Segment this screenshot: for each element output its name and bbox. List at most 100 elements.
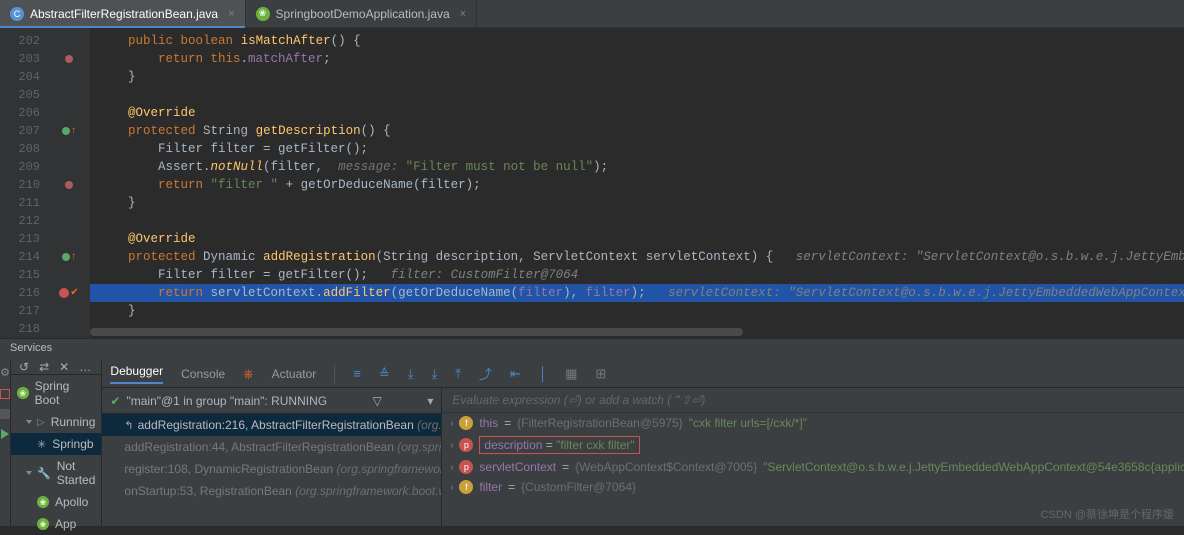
- marker-gutter: ↑ ↑ ✔: [48, 28, 90, 338]
- frames-pane: ✔ "main"@1 in group "main": RUNNING ▽ ▾ …: [102, 388, 442, 526]
- stack-frame[interactable]: addRegistration:44, AbstractFilterRegist…: [102, 436, 441, 458]
- tree-label: Springb: [52, 437, 93, 451]
- horizontal-scrollbar[interactable]: [90, 328, 1178, 338]
- variable-row[interactable]: ›fthis = {FilterRegistrationBean@5975} "…: [442, 413, 1184, 433]
- thread-label[interactable]: "main"@1 in group "main": RUNNING: [126, 394, 327, 408]
- implements-up-icon[interactable]: ↑: [71, 248, 76, 266]
- debug-tab-console[interactable]: Console: [181, 367, 225, 381]
- variable-row[interactable]: ›pdescription = "filter cxk filter": [442, 433, 1184, 457]
- tree-label: Not Started: [57, 459, 96, 487]
- run-icon[interactable]: [1, 429, 9, 439]
- execution-point-icon[interactable]: ✔: [70, 284, 78, 302]
- step-action-icon[interactable]: ⤓: [408, 366, 414, 382]
- services-panel-title: Services: [0, 338, 1184, 360]
- frame-label: addRegistration:216, AbstractFilterRegis…: [138, 418, 418, 432]
- editor-tabs: CAbstractFilterRegistrationBean.java×❀Sp…: [0, 0, 1184, 28]
- code-line[interactable]: [90, 86, 1184, 104]
- code-line[interactable]: return servletContext.addFilter(getOrDed…: [90, 284, 1184, 302]
- return-marker-icon[interactable]: [65, 55, 73, 63]
- code-line[interactable]: protected String getDescription() {: [90, 122, 1184, 140]
- expand-arrow-icon[interactable]: ›: [450, 418, 453, 428]
- svc-toolbar-button[interactable]: ✕: [59, 360, 69, 374]
- frame-package: (org.springframework.boot.web: [295, 484, 441, 498]
- step-action-icon[interactable]: ⤴: [479, 364, 492, 383]
- frame-label: addRegistration:44, AbstractFilterRegist…: [124, 440, 397, 454]
- evaluate-input[interactable]: Evaluate expression (⏎) or add a watch (…: [442, 388, 1184, 413]
- var-ref: {WebAppContext$Context@7005}: [575, 460, 757, 474]
- step-action-icon[interactable]: │: [539, 366, 547, 381]
- expand-arrow-icon[interactable]: ›: [450, 440, 453, 450]
- expand-arrow-icon[interactable]: ›: [450, 462, 453, 472]
- stack-frame[interactable]: onStartup:53, RegistrationBean (org.spri…: [102, 480, 441, 502]
- code-line[interactable]: Filter filter = getFilter();: [90, 140, 1184, 158]
- variable-row[interactable]: ›pservletContext = {WebAppContext$Contex…: [442, 457, 1184, 477]
- step-action-icon[interactable]: ≡: [353, 366, 361, 381]
- tree-node[interactable]: ✳Springb: [11, 433, 101, 455]
- tree-node[interactable]: ▷Running: [11, 411, 101, 433]
- settings-icon[interactable]: ⚙: [0, 366, 10, 379]
- svc-toolbar-button[interactable]: …: [79, 360, 91, 374]
- stack-frame[interactable]: register:108, DynamicRegistrationBean (o…: [102, 458, 441, 480]
- tree-node[interactable]: 🔧Not Started: [11, 455, 101, 491]
- var-eq: =: [562, 460, 569, 474]
- step-action-icon[interactable]: ⤓: [432, 366, 438, 382]
- code-line[interactable]: }: [90, 302, 1184, 320]
- code-line[interactable]: @Override: [90, 230, 1184, 248]
- frame-list[interactable]: ↰addRegistration:216, AbstractFilterRegi…: [102, 414, 441, 526]
- code-line[interactable]: }: [90, 68, 1184, 86]
- code-line[interactable]: return this.matchAfter;: [90, 50, 1184, 68]
- tool-icon[interactable]: [0, 409, 10, 419]
- tree-root[interactable]: ❀Spring Boot: [11, 375, 101, 411]
- frames-header: ✔ "main"@1 in group "main": RUNNING ▽ ▾: [102, 388, 441, 414]
- stop-icon[interactable]: [0, 389, 10, 399]
- variable-row[interactable]: ›ffilter = {CustomFilter@7064}: [442, 477, 1184, 497]
- filter-more-icon[interactable]: ▾: [427, 394, 433, 408]
- breakpoint-icon[interactable]: [59, 288, 69, 298]
- tree-label: Spring Boot: [35, 379, 96, 407]
- svc-toolbar-button[interactable]: ↺: [19, 360, 29, 374]
- spring-icon: ❀: [256, 7, 270, 21]
- implements-up-icon[interactable]: ↑: [71, 122, 76, 140]
- tree-node[interactable]: ❀Apollo: [11, 491, 101, 513]
- var-ref: {FilterRegistrationBean@5975}: [517, 416, 683, 430]
- code-line[interactable]: }: [90, 194, 1184, 212]
- code-line[interactable]: public boolean isMatchAfter() {: [90, 32, 1184, 50]
- override-marker-icon[interactable]: [62, 127, 70, 135]
- debug-tab-actuator[interactable]: Actuator: [272, 367, 317, 381]
- tree-node[interactable]: ❀App: [11, 513, 101, 535]
- step-action-icon[interactable]: ⤒: [455, 366, 461, 382]
- editor-tab[interactable]: CAbstractFilterRegistrationBean.java×: [0, 0, 246, 27]
- step-action-icon[interactable]: ≙: [379, 366, 390, 382]
- frame-package: (org.springframework.b: [397, 440, 441, 454]
- var-name: filter: [479, 480, 502, 494]
- step-action-icon[interactable]: ⇤: [510, 366, 521, 382]
- tree-label: App: [55, 517, 76, 531]
- code-line[interactable]: protected Dynamic addRegistration(String…: [90, 248, 1184, 266]
- code-line[interactable]: Assert.notNull(filter, message: "Filter …: [90, 158, 1184, 176]
- var-name: this: [479, 416, 498, 430]
- actuator-icon: ⎈: [243, 366, 253, 382]
- var-name: description: [484, 438, 542, 452]
- stack-frame[interactable]: ↰addRegistration:216, AbstractFilterRegi…: [102, 414, 441, 436]
- running-icon: ▷: [37, 417, 45, 428]
- svc-toolbar-button[interactable]: ⇄: [39, 360, 49, 374]
- frame-label: register:108, DynamicRegistrationBean: [124, 462, 336, 476]
- debug-tab-debugger[interactable]: Debugger: [110, 364, 163, 384]
- code-line[interactable]: return "filter " + getOrDeduceName(filte…: [90, 176, 1184, 194]
- expand-arrow-icon[interactable]: ›: [450, 482, 453, 492]
- step-action-icon[interactable]: ▦: [565, 366, 577, 382]
- filter-icon[interactable]: ▽: [373, 394, 382, 408]
- code-area[interactable]: public boolean isMatchAfter() { return t…: [90, 28, 1184, 338]
- services-tree-column: ↺ ⇄ ✕ … ❀Spring Boot▷Running✳Springb🔧Not St…: [11, 360, 102, 526]
- code-line[interactable]: [90, 212, 1184, 230]
- step-action-icon[interactable]: ⊞: [595, 366, 606, 382]
- code-line[interactable]: Filter filter = getFilter(); filter: Cus…: [90, 266, 1184, 284]
- debug-panel: ⚙ ↺ ⇄ ✕ … ❀Spring Boot▷Running✳Springb🔧Not …: [0, 360, 1184, 526]
- close-icon[interactable]: ×: [228, 8, 234, 20]
- editor-tab[interactable]: ❀SpringbootDemoApplication.java×: [246, 0, 478, 27]
- code-line[interactable]: @Override: [90, 104, 1184, 122]
- close-icon[interactable]: ×: [460, 8, 466, 20]
- var-name: servletContext: [479, 460, 556, 474]
- override-marker-icon[interactable]: [62, 253, 70, 261]
- return-marker-icon[interactable]: [65, 181, 73, 189]
